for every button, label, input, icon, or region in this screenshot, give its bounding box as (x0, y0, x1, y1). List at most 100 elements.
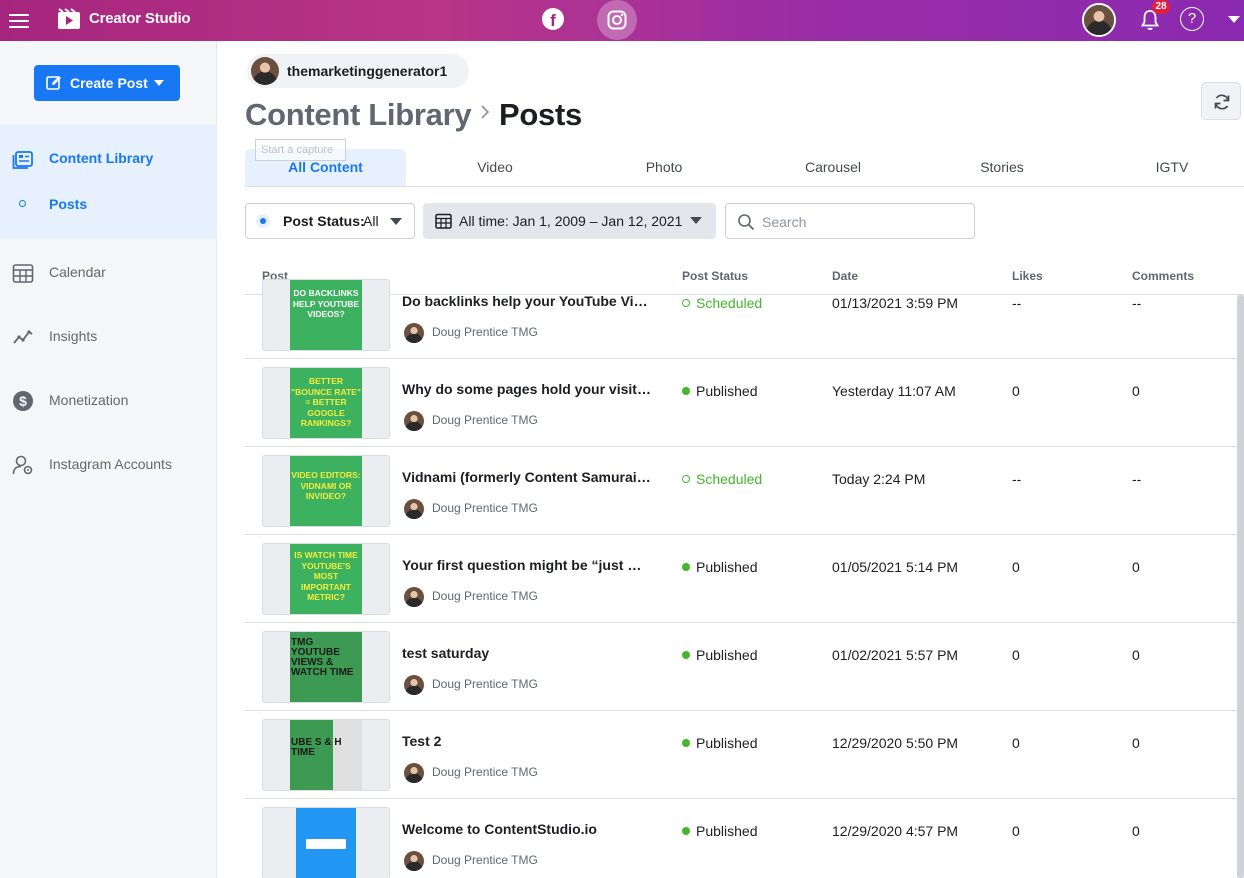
account-switcher[interactable]: themarketinggenerator1 (247, 54, 470, 88)
table-row[interactable]: VIDEO EDITORS: VIDNAMI OR INVIDEO? Vidna… (245, 447, 1237, 535)
create-post-button[interactable]: Create Post (34, 65, 180, 101)
post-title[interactable]: Do backlinks help your YouTube Vide… (402, 293, 652, 309)
post-thumbnail[interactable]: DO BACKLINKS HELP YOUTUBE VIDEOS? (262, 279, 390, 351)
status-text: Scheduled (696, 295, 763, 311)
profile-avatar[interactable] (1082, 3, 1116, 37)
author-avatar (404, 763, 424, 783)
account-menu-chevron-down-icon[interactable] (1228, 16, 1240, 23)
search-box (725, 203, 975, 239)
table-row[interactable]: ube s & h Time Test 2 Doug Prentice TMG … (245, 711, 1237, 799)
status-badge: Published (682, 647, 758, 663)
contentstudio-logo-icon (306, 839, 346, 849)
tab-stories[interactable]: Stories (952, 149, 1052, 186)
sidebar-item-monetization[interactable]: $ Monetization (0, 380, 217, 420)
chevron-down-icon (690, 217, 702, 224)
menu-icon[interactable] (9, 10, 29, 30)
table-row[interactable]: Welcome to ContentStudio.io Doug Prentic… (245, 799, 1237, 878)
post-title[interactable]: Test 2 (402, 733, 652, 749)
post-comments: -- (1132, 471, 1142, 487)
sidebar-item-posts[interactable]: Posts (0, 184, 217, 224)
author-avatar (404, 323, 424, 343)
account-settings-icon (12, 455, 33, 475)
status-badge: Published (682, 735, 758, 751)
post-title[interactable]: Vidnami (formerly Content Samurai) … (402, 469, 652, 485)
account-avatar (251, 57, 279, 85)
tab-video[interactable]: Video (445, 149, 545, 186)
post-title[interactable]: Your first question might be “just wha… (402, 557, 652, 573)
sidebar-item-label: Calendar (49, 264, 106, 280)
calendar-icon (435, 213, 452, 229)
sidebar-item-calendar[interactable]: Calendar (0, 252, 217, 292)
post-likes: -- (1012, 471, 1022, 487)
breadcrumb-root[interactable]: Content Library (245, 97, 472, 133)
post-author: Doug Prentice TMG (432, 765, 538, 779)
status-text: Published (696, 735, 758, 751)
post-status-filter[interactable]: Post Status: All (245, 203, 415, 239)
post-thumbnail[interactable]: IS WATCH TIME YOUTUBE'S MOST IMPORTANT M… (262, 543, 390, 615)
author-avatar (404, 587, 424, 607)
thumbnail-text: TMG YouTube Views & Watch Time (290, 632, 362, 702)
refresh-button[interactable] (1201, 82, 1241, 120)
table-row[interactable]: BETTER "BOUNCE RATE" = BETTER GOOGLE RAN… (245, 359, 1237, 447)
post-thumbnail[interactable] (262, 807, 390, 878)
published-dot-icon (682, 739, 690, 747)
post-date: Yesterday 11:07 AM (832, 383, 956, 399)
instagram-icon (607, 10, 627, 30)
facebook-glyph: f (550, 11, 556, 30)
thumbnail-text: IS WATCH TIME YOUTUBE'S MOST IMPORTANT M… (290, 544, 362, 614)
insights-icon (13, 330, 33, 344)
facebook-icon[interactable]: f (542, 8, 564, 30)
search-icon (738, 214, 755, 231)
published-dot-icon (682, 651, 690, 659)
bullet-icon (19, 200, 26, 207)
capture-tooltip: Start a capture (255, 139, 346, 161)
post-comments: 0 (1132, 735, 1140, 751)
post-title[interactable]: Welcome to ContentStudio.io (402, 821, 652, 837)
create-post-label: Create Post (70, 75, 148, 91)
tab-photo[interactable]: Photo (614, 149, 714, 186)
post-date: 01/05/2021 5:14 PM (832, 559, 959, 575)
table-scrollbar[interactable] (1237, 295, 1244, 878)
tab-carousel[interactable]: Carousel (783, 149, 883, 186)
author-avatar (404, 675, 424, 695)
post-thumbnail[interactable]: TMG YouTube Views & Watch Time (262, 631, 390, 703)
instagram-tab[interactable] (597, 0, 637, 40)
sidebar-item-label: Insights (49, 328, 98, 344)
post-thumbnail[interactable]: BETTER "BOUNCE RATE" = BETTER GOOGLE RAN… (262, 367, 390, 439)
author-avatar (404, 411, 424, 431)
sidebar-item-insights[interactable]: Insights (0, 316, 217, 356)
chevron-down-icon (390, 218, 402, 225)
calendar-icon (12, 264, 34, 283)
post-title[interactable]: Why do some pages hold your visitors… (402, 381, 652, 397)
thumbnail-text: VIDEO EDITORS: VIDNAMI OR INVIDEO? (290, 456, 362, 526)
create-post-chevron-down-icon[interactable] (154, 80, 164, 86)
post-author: Doug Prentice TMG (432, 589, 538, 603)
post-thumbnail[interactable]: VIDEO EDITORS: VIDNAMI OR INVIDEO? (262, 455, 390, 527)
post-date: Today 2:24 PM (832, 471, 926, 487)
post-date: 01/13/2021 3:59 PM (832, 295, 959, 311)
post-title[interactable]: test saturday (402, 645, 652, 661)
post-comments: -- (1132, 295, 1142, 311)
help-icon[interactable]: ? (1180, 7, 1204, 31)
table-row[interactable]: DO BACKLINKS HELP YOUTUBE VIDEOS? Do bac… (245, 271, 1237, 359)
published-dot-icon (682, 827, 690, 835)
table-row[interactable]: TMG YouTube Views & Watch Time test satu… (245, 623, 1237, 711)
tab-igtv[interactable]: IGTV (1122, 149, 1222, 186)
sidebar-item-content-library[interactable]: Content Library (0, 138, 217, 178)
app-title: Creator Studio (89, 10, 191, 27)
status-text: Published (696, 383, 758, 399)
post-thumbnail[interactable]: ube s & h Time (262, 719, 390, 791)
post-comments: 0 (1132, 559, 1140, 575)
search-input[interactable] (762, 212, 962, 232)
status-badge: Scheduled (682, 295, 762, 311)
content-tabs: All Content Video Photo Carousel Stories… (245, 149, 1244, 187)
table-row[interactable]: IS WATCH TIME YOUTUBE'S MOST IMPORTANT M… (245, 535, 1237, 623)
account-name: themarketinggenerator1 (287, 63, 448, 79)
sidebar-item-instagram-accounts[interactable]: Instagram Accounts (0, 444, 217, 484)
thumbnail-text: ube s & h Time (290, 720, 362, 790)
post-likes: 0 (1012, 823, 1020, 839)
post-author: Doug Prentice TMG (432, 501, 538, 515)
scrollbar-thumb[interactable] (1237, 295, 1244, 878)
post-date: 01/02/2021 5:57 PM (832, 647, 959, 663)
date-range-filter[interactable]: All time: Jan 1, 2009 – Jan 12, 2021 (423, 203, 716, 239)
